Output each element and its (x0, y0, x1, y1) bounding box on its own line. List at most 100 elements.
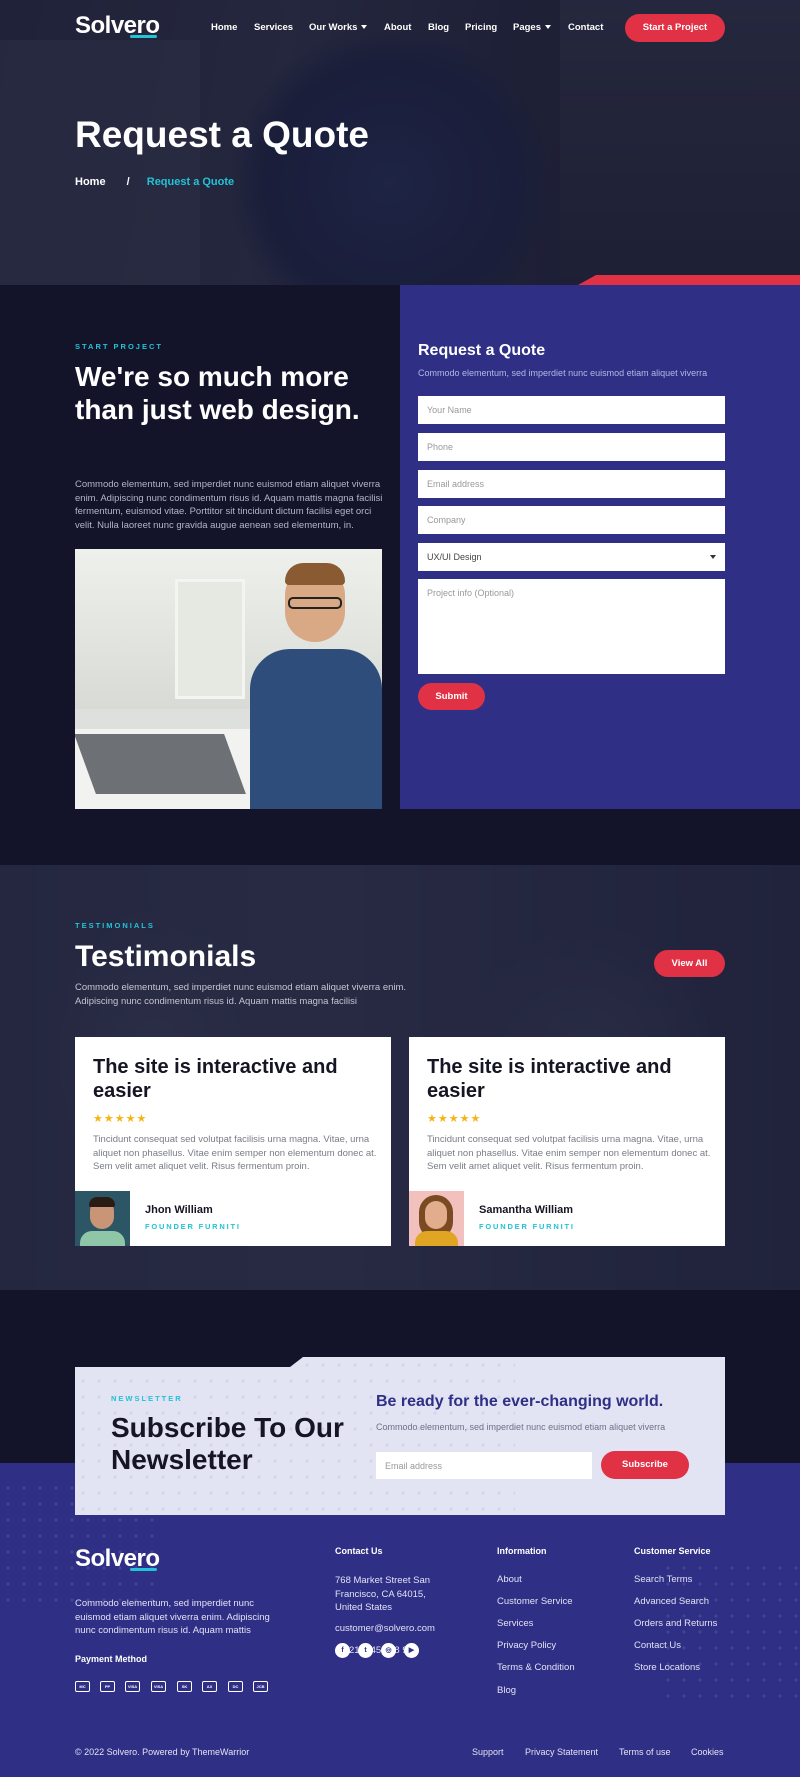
testimonial-text: Tincidunt consequat sed volutpat facilis… (93, 1134, 377, 1172)
facebook-icon[interactable]: f (335, 1643, 350, 1658)
name-field[interactable]: Your Name (418, 396, 725, 424)
quote-form-subtitle: Commodo elementum, sed imperdiet nunc eu… (418, 368, 708, 378)
footer-link-advanced-search[interactable]: Advanced Search (634, 1596, 709, 1607)
bottom-link-support[interactable]: Support (472, 1747, 504, 1757)
twitter-icon[interactable]: t (358, 1643, 373, 1658)
avatar (409, 1191, 464, 1246)
contact-address: 768 Market Street San Francisco, CA 6401… (335, 1575, 431, 1613)
payment-method-title: Payment Method (75, 1654, 148, 1664)
footer-link-search-terms[interactable]: Search Terms (634, 1574, 692, 1585)
subscribe-button[interactable]: Subscribe (601, 1451, 689, 1479)
view-all-button[interactable]: View All (654, 950, 725, 977)
intro-text: Commodo elementum, sed imperdiet nunc eu… (75, 479, 383, 531)
author-name: Jhon William (145, 1204, 213, 1216)
visa-icon: VISA (151, 1681, 166, 1692)
start-project-button[interactable]: Start a Project (625, 14, 725, 42)
newsletter-heading: Be ready for the ever-changing world. (376, 1393, 664, 1410)
testimonial-card: The site is interactive and easier ★★★★★… (409, 1037, 725, 1246)
copyright: © 2022 Solvero. Powered by ThemeWarrior (75, 1747, 250, 1757)
avatar-shirt (415, 1231, 458, 1246)
avatar-hair (89, 1197, 115, 1207)
information-title: Information (497, 1546, 547, 1556)
footer-link-about[interactable]: About (497, 1574, 522, 1585)
avatar (75, 1191, 130, 1246)
footer-link-orders-returns[interactable]: Orders and Returns (634, 1618, 717, 1629)
breadcrumb: Home / Request a Quote (75, 176, 234, 188)
footer-link-terms[interactable]: Terms & Condition (497, 1662, 575, 1673)
avatar-head (425, 1201, 447, 1229)
quote-form-title: Request a Quote (418, 342, 546, 359)
nav-blog[interactable]: Blog (428, 22, 449, 33)
intro-eyebrow: START PROJECT (75, 342, 163, 351)
testimonials-eyebrow: TESTIMONIALS (75, 921, 155, 930)
footer-about-text: Commodo elementum, sed imperdiet nunc eu… (75, 1598, 270, 1636)
amex-icon: AX (202, 1681, 217, 1692)
nav-home[interactable]: Home (211, 22, 237, 33)
nav-pages[interactable]: Pages (513, 22, 551, 33)
nav-pages-label: Pages (513, 22, 541, 33)
youtube-icon[interactable]: ▶ (404, 1643, 419, 1658)
phone-field[interactable]: Phone (418, 433, 725, 461)
newsletter-email-input[interactable]: Email address (376, 1452, 592, 1479)
author-name: Samantha William (479, 1204, 574, 1216)
testimonial-title: The site is interactive and easier (93, 1056, 338, 1102)
author-role: FOUNDER FURNITI (479, 1222, 575, 1231)
photo-man-body (250, 649, 382, 809)
photo-laptop (75, 734, 246, 794)
nav-our-works-label: Our Works (309, 22, 358, 33)
project-info-textarea[interactable]: Project info (Optional) (418, 579, 725, 674)
author-role: FOUNDER FURNITI (145, 1222, 241, 1231)
visa-icon: VISA (125, 1681, 140, 1692)
intro-title: We're so much more than just web design. (75, 361, 360, 425)
company-field[interactable]: Company (418, 506, 725, 534)
photo-shelf (175, 579, 245, 699)
testimonial-card: The site is interactive and easier ★★★★★… (75, 1037, 391, 1246)
diners-icon: DC (228, 1681, 243, 1692)
star-rating: ★★★★★ (427, 1113, 482, 1125)
skrill-icon: SK (177, 1681, 192, 1692)
bottom-link-cookies[interactable]: Cookies (691, 1747, 724, 1757)
star-rating: ★★★★★ (93, 1113, 148, 1125)
footer-link-privacy[interactable]: Privacy Policy (497, 1640, 556, 1651)
footer-link-blog[interactable]: Blog (497, 1685, 516, 1696)
nav-about[interactable]: About (384, 22, 411, 33)
nav-contact[interactable]: Contact (568, 22, 603, 33)
dribbble-icon[interactable]: ◎ (381, 1643, 396, 1658)
chevron-down-icon (361, 25, 368, 30)
photo-man-hair (285, 563, 345, 585)
email-field[interactable]: Email address (418, 470, 725, 498)
paypal-icon: PP (100, 1681, 115, 1692)
service-select-value: UX/UI Design (427, 552, 482, 562)
footer-link-customer-service[interactable]: Customer Service (497, 1596, 573, 1607)
chevron-down-icon (545, 25, 551, 30)
logo-swoosh (130, 35, 157, 38)
jcb-icon: JCB (253, 1681, 268, 1692)
customer-service-title: Customer Service (634, 1546, 711, 1556)
breadcrumb-current: Request a Quote (146, 176, 235, 188)
newsletter-text: Commodo elementum, sed imperdiet nunc eu… (376, 1422, 666, 1432)
chevron-down-icon (710, 555, 716, 559)
newsletter-eyebrow: NEWSLETTER (111, 1394, 183, 1403)
office-photo (75, 549, 382, 809)
testimonials-text: Commodo elementum, sed imperdiet nunc eu… (75, 982, 407, 1007)
breadcrumb-home[interactable]: Home (75, 176, 106, 188)
mastercard-icon: MC (75, 1681, 90, 1692)
nav-our-works[interactable]: Our Works (309, 22, 368, 33)
footer-link-contact-us[interactable]: Contact Us (634, 1640, 681, 1651)
footer-link-store-locations[interactable]: Store Locations (634, 1662, 700, 1673)
avatar-shirt (80, 1231, 125, 1246)
photo-glasses (288, 597, 342, 609)
nav-services[interactable]: Services (254, 22, 293, 33)
testimonial-title: The site is interactive and easier (427, 1056, 672, 1102)
hero-accent-strip (578, 275, 800, 285)
service-select[interactable]: UX/UI Design (418, 543, 725, 571)
testimonial-text: Tincidunt consequat sed volutpat facilis… (427, 1134, 711, 1172)
bottom-link-terms[interactable]: Terms of use (619, 1747, 671, 1757)
submit-button[interactable]: Submit (418, 683, 485, 710)
nav-pricing[interactable]: Pricing (465, 22, 497, 33)
contact-email[interactable]: customer@solvero.com (335, 1623, 435, 1634)
page-title: Request a Quote (75, 114, 369, 155)
footer-link-services[interactable]: Services (497, 1618, 533, 1629)
breadcrumb-separator: / (126, 176, 130, 188)
bottom-link-privacy[interactable]: Privacy Statement (525, 1747, 598, 1757)
